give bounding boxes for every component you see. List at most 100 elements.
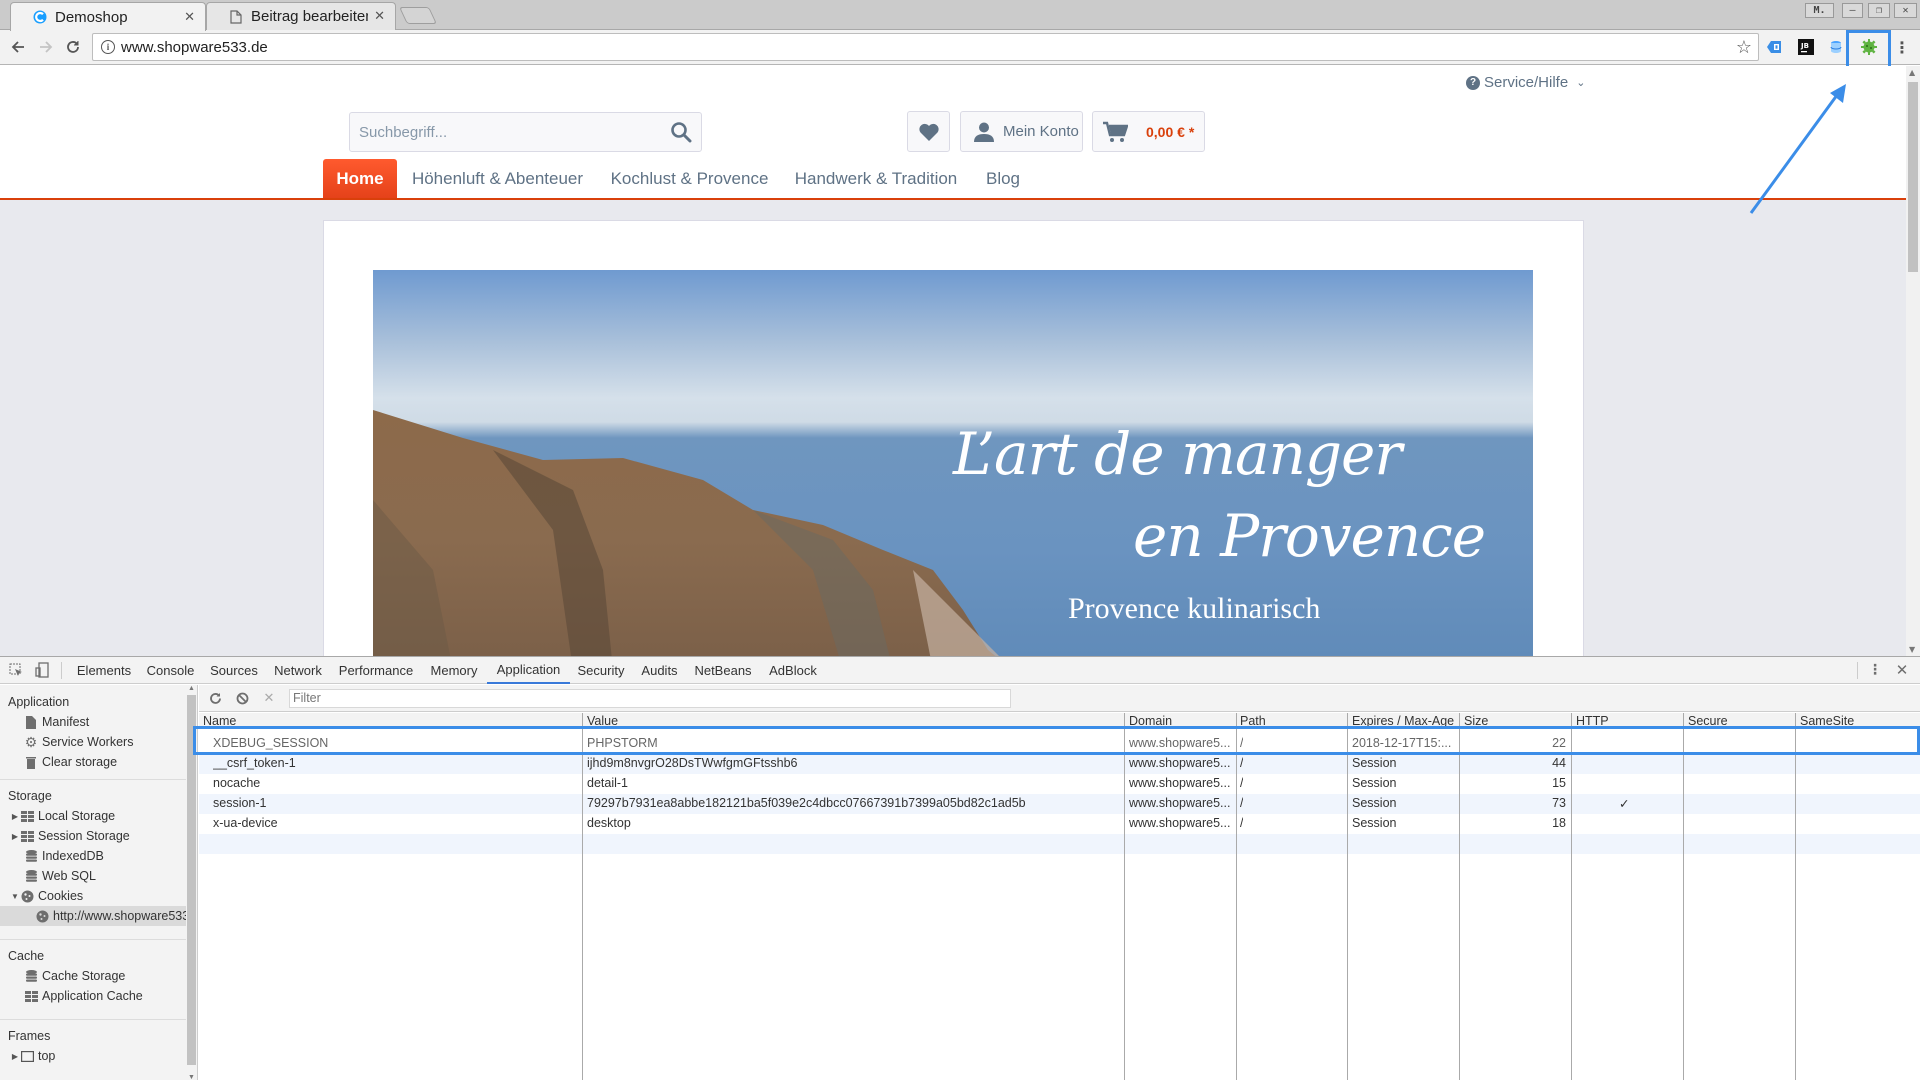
site-info-icon[interactable]: i [101,40,115,54]
chrome-menu-icon[interactable]: ⋮ [1892,37,1912,57]
cart-button[interactable]: 0,00 € * [1092,111,1205,152]
search-icon[interactable] [661,121,701,143]
tab-sources[interactable]: Sources [206,657,262,684]
sidebar-item-session-storage[interactable]: ▶ Session Storage [0,826,186,846]
column-divider [1683,713,1684,1080]
filter-input[interactable]: Filter [289,689,1011,708]
nav-item-home[interactable]: Home [323,159,397,198]
wishlist-button[interactable] [907,111,950,152]
nav-item-handwerk[interactable]: Handwerk & Tradition [789,159,963,198]
cell-value: 79297b7931ea8abbe182121ba5f039e2c4dbcc07… [587,796,1026,810]
user-icon [974,122,994,142]
nav-item-hoehenluft[interactable]: Höhenluft & Abenteuer [407,159,588,198]
hero-banner[interactable]: L’art de manger en Provence Provence kul… [373,270,1533,656]
tab-elements[interactable]: Elements [72,657,136,684]
sidebar-item-cache-storage[interactable]: Cache Storage [0,966,186,986]
scroll-up-icon[interactable]: ▲ [188,685,195,692]
devtools-menu-icon[interactable]: ⋮ [1866,661,1884,679]
sidebar-item-label: Local Storage [38,809,116,823]
address-bar[interactable]: i www.shopware533.de ☆ [92,33,1759,61]
cell-path: / [1240,796,1244,810]
devtools-ext-icon[interactable] [1764,37,1784,57]
table-row[interactable]: session-1 79297b7931ea8abbe182121ba5f039… [199,794,1920,814]
bookmark-star-icon[interactable]: ☆ [1736,37,1752,58]
sidebar-item-local-storage[interactable]: ▶ Local Storage [0,806,186,826]
devtools-tab-bar: Elements Console Sources Network Perform… [0,657,1920,684]
collapse-triangle-icon[interactable]: ▼ [10,892,20,901]
tab-memory[interactable]: Memory [425,657,483,684]
shop-search-input[interactable]: Suchbegriff... [349,112,702,152]
back-button[interactable] [6,35,30,59]
device-toolbar-icon[interactable] [33,661,51,679]
close-tab-icon[interactable]: ✕ [184,10,195,25]
tab-network[interactable]: Network [268,657,328,684]
cell-domain: www.shopware5... [1129,816,1231,830]
sidebar-item-clear-storage[interactable]: Clear storage [0,752,186,772]
database-ext-icon[interactable] [1826,37,1846,57]
chevron-down-icon: ⌄ [1576,77,1586,89]
page-scrollbar[interactable]: ▲ ▼ [1906,66,1920,656]
tab-netbeans[interactable]: NetBeans [690,657,756,684]
sidebar-item-cookies[interactable]: ▼ Cookies [0,886,186,906]
minimize-button[interactable]: — [1842,3,1863,18]
gear-icon: ⚙ [24,733,38,750]
cookie-icon [20,889,34,903]
url-text[interactable]: www.shopware533.de [121,39,1736,56]
window-close-button[interactable]: ✕ [1894,3,1917,18]
table-row[interactable]: __csrf_token-1 ijhd9m8nvgrO28DsTWwfgmGFt… [199,754,1920,774]
sidebar-item-indexeddb[interactable]: IndexedDB [0,846,186,866]
tab-application[interactable]: Application [487,657,570,684]
profile-button[interactable]: M. [1805,3,1834,18]
account-button[interactable]: Mein Konto [960,111,1083,152]
tab-security[interactable]: Security [574,657,628,684]
restore-button[interactable]: ❐ [1868,3,1890,18]
scroll-up-icon[interactable]: ▲ [1909,68,1915,77]
table-row[interactable]: x-ua-device desktop www.shopware5... / S… [199,814,1920,834]
scroll-down-icon[interactable]: ▼ [188,1074,195,1080]
table-row[interactable]: nocache detail-1 www.shopware5... / Sess… [199,774,1920,794]
reload-button[interactable] [61,35,85,59]
close-tab-icon[interactable]: ✕ [374,9,385,24]
expand-triangle-icon[interactable]: ▶ [10,832,20,841]
browser-tab-beitrag[interactable]: Beitrag bearbeiten ‹ ✕ [206,2,396,30]
scroll-down-icon[interactable]: ▼ [1909,645,1915,654]
svg-text:JB: JB [1800,42,1809,50]
tab-performance[interactable]: Performance [336,657,416,684]
browser-tab-demoshop[interactable]: Demoshop ✕ [10,2,206,31]
jetbrains-icon[interactable]: JB [1796,37,1816,57]
delete-selected-icon[interactable]: ✕ [261,690,277,706]
column-divider [1459,713,1460,1080]
sidebar-item-manifest[interactable]: Manifest [0,712,186,732]
tab-adblock[interactable]: AdBlock [764,657,822,684]
grid-icon [24,989,38,1003]
table-row-empty [199,834,1920,854]
sidebar-item-service-workers[interactable]: ⚙ Service Workers [0,732,186,752]
devtools-close-icon[interactable]: ✕ [1893,661,1911,679]
nav-item-kochlust[interactable]: Kochlust & Provence [603,159,776,198]
nav-item-blog[interactable]: Blog [979,159,1027,198]
tab-console[interactable]: Console [143,657,198,684]
expand-triangle-icon[interactable]: ▶ [10,1052,20,1061]
forward-button[interactable] [34,35,58,59]
cell-expires: Session [1352,796,1397,810]
cell-value: desktop [587,816,631,830]
new-tab-button[interactable] [399,7,437,24]
expand-triangle-icon[interactable]: ▶ [10,812,20,821]
sidebar-item-frame-top[interactable]: ▶ top [0,1046,186,1066]
column-divider [1795,713,1796,1080]
cell-name: x-ua-device [213,816,278,830]
service-help-menu[interactable]: ? Service/Hilfe ⌄ [1466,74,1585,91]
sidebar-item-web-sql[interactable]: Web SQL [0,866,186,886]
sidebar-item-label: Manifest [42,715,90,729]
service-label: Service/Hilfe [1484,74,1569,91]
clear-all-icon[interactable] [234,690,250,706]
inspect-element-icon[interactable] [7,661,25,679]
sidebar-item-label: Cache Storage [42,969,126,983]
refresh-icon[interactable] [207,690,223,706]
page-scrollbar-thumb[interactable] [1908,82,1918,272]
forward-arrow-icon [40,41,53,53]
tab-audits[interactable]: Audits [636,657,683,684]
cell-http-checkmark: ✓ [1619,797,1630,811]
sidebar-item-cookie-origin[interactable]: http://www.shopware533.de [0,906,186,926]
sidebar-item-application-cache[interactable]: Application Cache [0,986,186,1006]
